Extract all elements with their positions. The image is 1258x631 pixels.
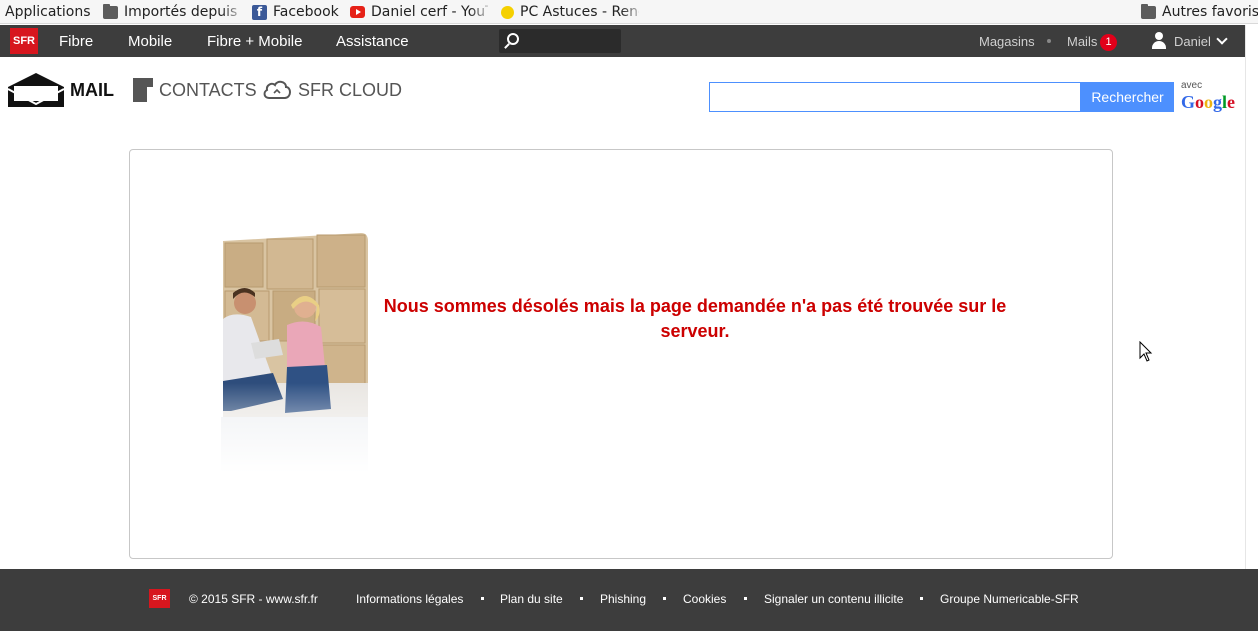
google-letter: o [1195, 92, 1205, 112]
mail-count-badge: 1 [1100, 34, 1117, 51]
nav-assistance[interactable]: Assistance [336, 25, 409, 57]
facebook-icon: f [252, 4, 267, 20]
footer-copyright: © 2015 SFR - www.sfr.fr [189, 592, 318, 606]
mouse-cursor-icon [1139, 341, 1153, 362]
nav-fibre[interactable]: Fibre [59, 25, 93, 57]
google-letter: G [1181, 92, 1196, 112]
footer-separator [920, 597, 923, 600]
tab-mail[interactable]: MAIL [8, 70, 114, 110]
search-icon [507, 33, 519, 45]
footer-link-report[interactable]: Signaler un contenu illicite [764, 591, 903, 607]
search-provider-prefix: avec [1181, 80, 1203, 91]
footer-sfr-logo: SFR [149, 589, 170, 608]
page-scrollbar[interactable] [1245, 25, 1258, 569]
user-name[interactable]: Daniel [1174, 25, 1211, 57]
footer: SFR © 2015 SFR - www.sfr.fr Informations… [0, 569, 1258, 631]
search-button[interactable]: Rechercher [1081, 82, 1174, 112]
bookmarks-bar: Applications Importés depuis I f Faceboo… [0, 0, 1258, 24]
tab-contacts[interactable]: CONTACTS [133, 70, 257, 110]
google-logo: Google [1181, 92, 1235, 113]
folder-icon [1141, 3, 1156, 19]
error-illustration [221, 233, 368, 473]
contacts-icon [133, 78, 153, 102]
tab-label: MAIL [70, 79, 114, 100]
nav-search-input[interactable] [499, 29, 621, 53]
pc-astuces-icon [501, 5, 514, 19]
google-letter: e [1227, 92, 1236, 112]
tab-sfr-cloud[interactable]: SFR CLOUD [262, 70, 402, 110]
tab-label: SFR CLOUD [298, 79, 403, 100]
folder-icon [103, 3, 118, 19]
nav-stores[interactable]: Magasins [979, 25, 1035, 57]
bookmark-label: Importés depuis I [124, 4, 241, 20]
footer-link-phishing[interactable]: Phishing [600, 591, 646, 607]
bookmark-pc-astuces[interactable]: PC Astuces - Renc [501, 0, 639, 24]
cloud-icon [263, 80, 291, 99]
tab-label: CONTACTS [159, 79, 257, 100]
footer-link-group[interactable]: Groupe Numericable-SFR [940, 591, 1079, 607]
bookmark-other-folder[interactable]: Autres favoris [1141, 0, 1258, 24]
chevron-down-icon[interactable] [1216, 33, 1228, 45]
bookmark-label: Applications [5, 4, 91, 20]
nav-mails[interactable]: Mails [1067, 25, 1097, 57]
bookmark-label: PC Astuces - Renc [520, 4, 639, 20]
error-message: Nous sommes désolés mais la page demandé… [383, 296, 1007, 341]
google-search-input[interactable] [709, 82, 1081, 112]
footer-separator [663, 597, 666, 600]
mail-icon [8, 73, 64, 107]
bookmark-label: Autres favoris [1162, 4, 1258, 20]
footer-link-legal[interactable]: Informations légales [356, 591, 463, 607]
youtube-icon [350, 6, 365, 18]
bookmark-facebook[interactable]: f Facebook [252, 0, 339, 24]
separator-dot [1047, 39, 1051, 43]
footer-separator [580, 597, 583, 600]
sfr-logo[interactable]: SFR [10, 28, 38, 54]
bookmark-applications[interactable]: Applications [5, 0, 91, 24]
google-letter: g [1213, 92, 1223, 112]
footer-separator [481, 597, 484, 600]
google-letter: o [1204, 92, 1214, 112]
footer-link-cookies[interactable]: Cookies [683, 591, 726, 607]
user-icon[interactable] [1151, 31, 1167, 51]
nav-mobile[interactable]: Mobile [128, 25, 172, 57]
bookmark-label: Facebook [273, 4, 339, 20]
footer-separator [744, 597, 747, 600]
bookmark-label: Daniel cerf - YouT [371, 4, 488, 20]
nav-fibre-mobile[interactable]: Fibre + Mobile [207, 25, 302, 57]
bookmark-youtube[interactable]: Daniel cerf - YouT [350, 0, 488, 24]
bookmark-imported-folder[interactable]: Importés depuis I [103, 0, 241, 24]
footer-link-sitemap[interactable]: Plan du site [500, 591, 563, 607]
top-navigation: SFR Fibre Mobile Fibre + Mobile Assistan… [0, 25, 1245, 57]
